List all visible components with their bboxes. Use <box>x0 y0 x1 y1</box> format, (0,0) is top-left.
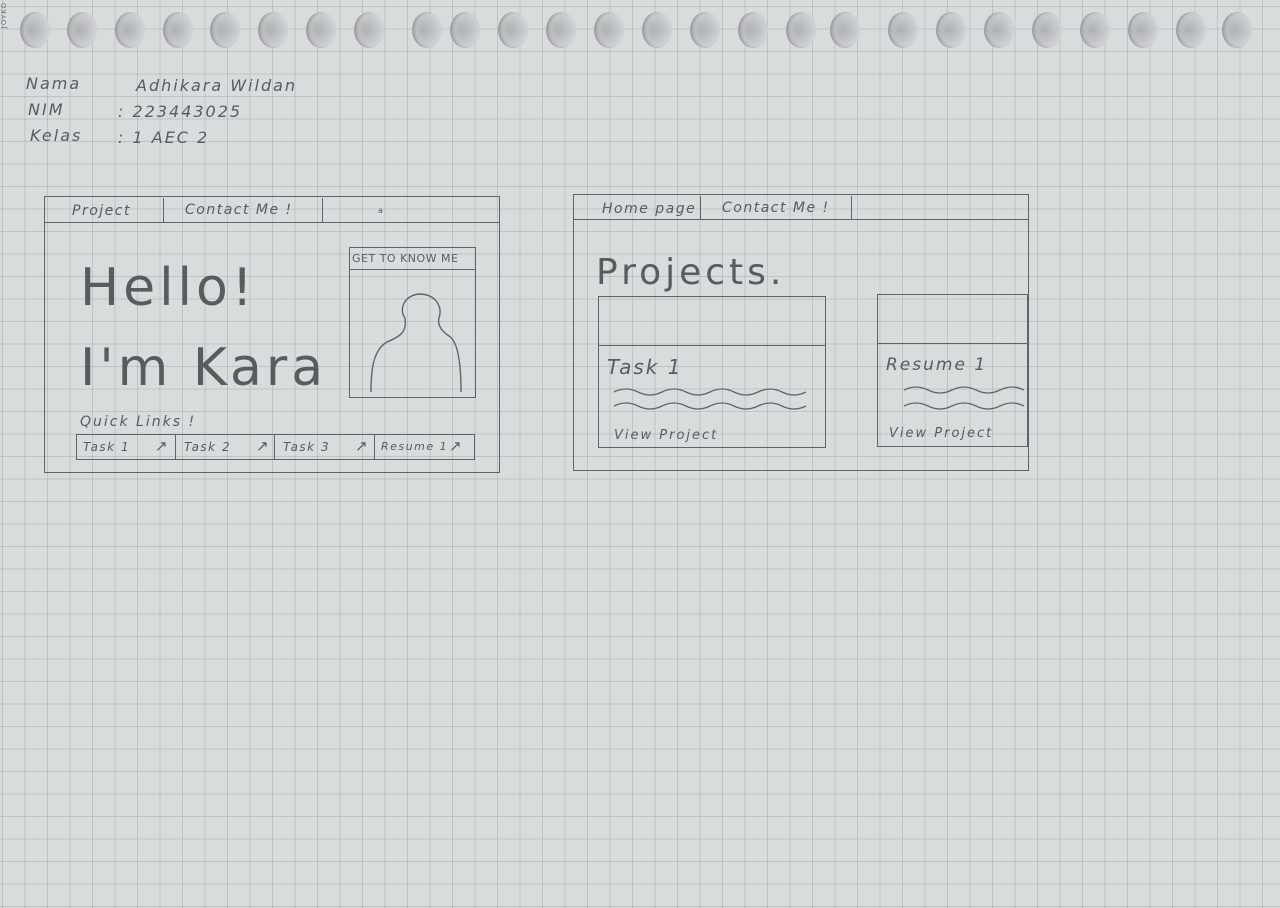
quick-link-label: Task 2 <box>184 440 232 454</box>
arrow-up-right-icon: ↗ <box>355 437 370 455</box>
binding-hole <box>1032 12 1062 48</box>
binding-hole <box>210 12 240 48</box>
binding-hole <box>888 12 918 48</box>
binding-hole <box>738 12 768 48</box>
binding-hole <box>450 12 480 48</box>
binding-hole <box>786 12 816 48</box>
nim-label: NIM <box>28 100 65 119</box>
binding-hole <box>412 12 442 48</box>
binding-hole <box>1128 12 1158 48</box>
project-card-title: Resume 1 <box>886 355 988 375</box>
binding-hole <box>690 12 720 48</box>
nav-separator <box>851 196 852 219</box>
nav-item-contact[interactable]: Contact Me ! <box>722 200 830 216</box>
quick-link-resume-1[interactable]: Resume 1 ↗ <box>375 435 473 459</box>
binding-hole <box>163 12 193 48</box>
profile-card-heading: GET TO KNOW ME <box>352 252 459 265</box>
binding-hole <box>258 12 288 48</box>
name-label: Nama <box>26 74 82 93</box>
quick-link-label: Task 3 <box>283 440 331 454</box>
quick-link-task-3[interactable]: Task 3 ↗ <box>275 435 374 459</box>
binding-hole <box>354 12 384 48</box>
nav-item-project[interactable]: Project <box>72 203 131 219</box>
binding-hole <box>830 12 860 48</box>
class-label: Kelas <box>30 126 83 145</box>
nav-separator <box>322 198 323 222</box>
quick-link-task-2[interactable]: Task 2 ↗ <box>176 435 274 459</box>
binding-holes <box>20 12 1260 52</box>
arrow-up-right-icon: ↗ <box>155 437 170 455</box>
class-value: : 1 AEC 2 <box>118 128 210 147</box>
nav-item-contact[interactable]: Contact Me ! <box>185 202 293 218</box>
card-image-divider <box>877 343 1027 344</box>
hero-greeting: Hello! <box>80 258 257 318</box>
binding-hole <box>984 12 1014 48</box>
project-card-title: Task 1 <box>607 355 683 379</box>
binding-hole <box>642 12 672 48</box>
binding-hole <box>1080 12 1110 48</box>
nav-separator <box>700 196 701 219</box>
quick-link-label: Resume 1 <box>381 440 449 453</box>
nav-divider <box>44 222 499 223</box>
binding-hole <box>498 12 528 48</box>
binding-hole <box>306 12 336 48</box>
arrow-up-right-icon: ↗ <box>256 437 271 455</box>
nav-divider <box>573 219 1028 220</box>
pencil-mark: a <box>378 206 383 215</box>
text-placeholder-scribble <box>613 388 807 410</box>
binding-hole <box>594 12 624 48</box>
quick-links-label: Quick Links ! <box>80 414 197 430</box>
view-project-link[interactable]: View Project <box>614 428 718 443</box>
quick-link-label: Task 1 <box>83 440 131 454</box>
binding-hole <box>115 12 145 48</box>
nav-separator <box>163 198 164 222</box>
text-placeholder-scribble <box>903 386 1025 410</box>
vendor-mark: JOYKO <box>0 2 8 29</box>
hero-name: I'm Kara <box>80 338 328 398</box>
arrow-up-right-icon: ↗ <box>449 437 464 455</box>
binding-hole <box>1222 12 1252 48</box>
binding-hole <box>67 12 97 48</box>
binding-hole <box>546 12 576 48</box>
binding-hole <box>936 12 966 48</box>
nim-value: : 223443025 <box>118 102 243 121</box>
person-silhouette-icon <box>370 293 462 393</box>
card-image-divider <box>598 345 825 346</box>
view-project-link[interactable]: View Project <box>889 426 993 441</box>
binding-hole <box>1176 12 1206 48</box>
projects-title: Projects. <box>596 252 786 293</box>
quick-link-task-1[interactable]: Task 1 ↗ <box>77 435 175 459</box>
nav-item-homepage[interactable]: Home page <box>602 201 696 217</box>
binding-hole <box>20 12 50 48</box>
name-value: Adhikara Wildan <box>136 76 298 95</box>
